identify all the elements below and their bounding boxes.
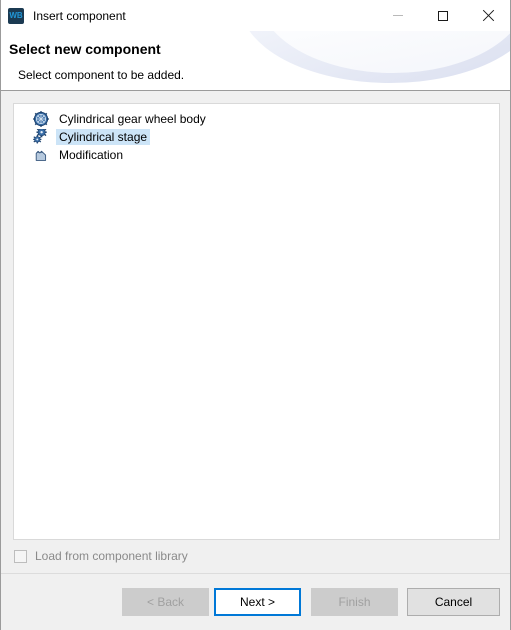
list-item-label: Modification xyxy=(59,148,124,162)
minimize-icon xyxy=(392,15,403,16)
dialog-body: Cylindrical gear wheel body Cylindrical … xyxy=(1,91,510,573)
load-from-library-checkbox[interactable] xyxy=(14,549,27,563)
cancel-button[interactable]: Cancel xyxy=(407,588,500,616)
app-logo-icon: WB xyxy=(8,7,24,24)
close-button[interactable] xyxy=(465,0,510,31)
list-item-modification[interactable]: Modification xyxy=(14,146,499,164)
close-icon xyxy=(482,10,494,22)
title-bar[interactable]: WB Insert component xyxy=(1,0,510,31)
load-from-library-checkbox-row[interactable]: Load from component library xyxy=(14,549,188,563)
dialog-button-bar: < Back Next > Finish Cancel xyxy=(1,573,510,630)
dialog-header: Select new component Select component to… xyxy=(1,31,510,91)
header-decoration-swoosh xyxy=(240,31,510,83)
window-controls xyxy=(375,0,510,31)
double-gear-icon xyxy=(33,129,49,145)
maximize-button[interactable] xyxy=(420,0,465,31)
gear-wheel-icon xyxy=(33,111,49,127)
insert-component-dialog: WB Insert component Select new component… xyxy=(0,0,511,630)
list-item-cylindrical-gear-wheel-body[interactable]: Cylindrical gear wheel body xyxy=(14,110,499,128)
next-button[interactable]: Next > xyxy=(214,588,301,616)
modification-icon xyxy=(33,147,49,163)
header-decoration-swoosh-highlight xyxy=(258,31,510,73)
list-item-cylindrical-stage[interactable]: Cylindrical stage xyxy=(14,128,499,146)
list-item-label: Cylindrical gear wheel body xyxy=(59,112,206,126)
component-list[interactable]: Cylindrical gear wheel body Cylindrical … xyxy=(13,103,500,540)
load-from-library-label: Load from component library xyxy=(35,549,188,563)
minimize-button[interactable] xyxy=(375,0,420,31)
page-subtitle: Select component to be added. xyxy=(18,68,185,82)
maximize-icon xyxy=(437,10,448,21)
window-title: Insert component xyxy=(33,8,126,23)
finish-button[interactable]: Finish xyxy=(311,588,398,616)
back-button[interactable]: < Back xyxy=(122,588,209,616)
page-title: Select new component xyxy=(9,41,161,57)
list-item-label: Cylindrical stage xyxy=(56,129,151,145)
